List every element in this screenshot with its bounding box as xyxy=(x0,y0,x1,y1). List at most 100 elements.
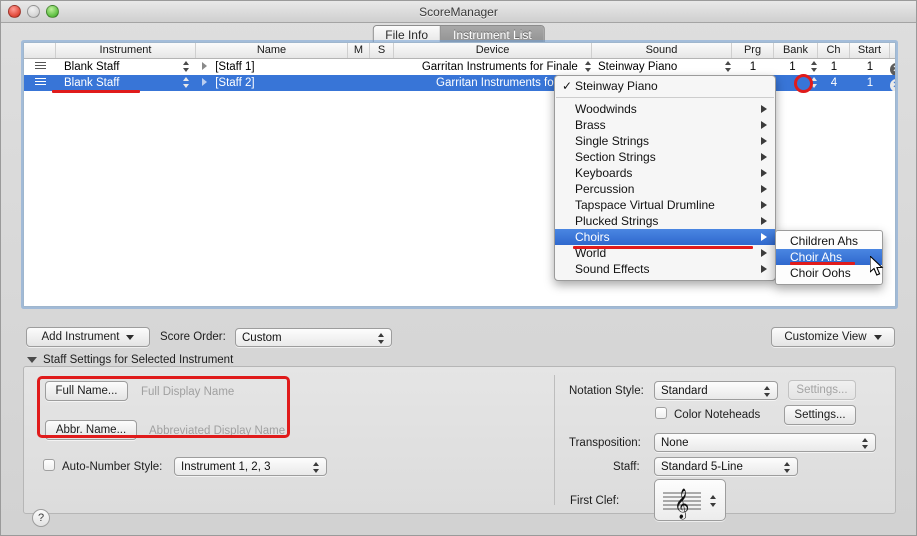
first-clef-select[interactable]: 𝄞 xyxy=(654,479,726,521)
name-value: [Staff 1] xyxy=(215,61,255,73)
menu-item-section-strings[interactable]: Section Strings xyxy=(555,149,775,165)
column-header-m[interactable]: M xyxy=(348,43,370,58)
menu-item-brass[interactable]: Brass xyxy=(555,117,775,133)
sound-stepper[interactable] xyxy=(725,61,732,72)
column-header-bank[interactable]: Bank xyxy=(774,43,818,58)
transposition-select[interactable]: None xyxy=(654,433,876,452)
scoremanager-window: ScoreManager File Info Instrument List I… xyxy=(0,0,917,536)
choirs-submenu[interactable]: Children Ahs Choir Ahs Choir Oohs xyxy=(775,230,883,285)
disclosure-triangle-icon[interactable] xyxy=(202,62,207,70)
first-clef-stepper[interactable] xyxy=(710,495,717,507)
submenu-item-choir-oohs[interactable]: Choir Oohs xyxy=(776,265,882,281)
menu-item-label: Percussion xyxy=(575,182,635,196)
help-button[interactable]: ? xyxy=(32,509,50,527)
column-header-ch[interactable]: Ch xyxy=(818,43,850,58)
cell-mute[interactable] xyxy=(348,59,370,75)
cell-mute[interactable] xyxy=(348,75,370,91)
color-noteheads-settings-button[interactable]: Settings... xyxy=(784,405,856,425)
menu-item-plucked-strings[interactable]: Plucked Strings xyxy=(555,213,775,229)
treble-clef-icon: 𝄞 xyxy=(663,488,701,520)
cell-solo[interactable] xyxy=(370,59,394,75)
color-noteheads-checkbox[interactable] xyxy=(655,407,667,419)
submenu-arrow-icon xyxy=(761,217,767,225)
menu-item-choirs[interactable]: Choirs xyxy=(555,229,775,245)
window-titlebar: ScoreManager xyxy=(1,1,916,23)
menu-item-label: Plucked Strings xyxy=(575,214,659,228)
cell-sound[interactable]: Steinway Piano xyxy=(592,59,732,75)
cell-channel[interactable]: 1 xyxy=(818,59,850,75)
cell-start[interactable]: 1 xyxy=(850,59,890,75)
submenu-arrow-icon xyxy=(761,201,767,209)
menu-item-woodwinds[interactable]: Woodwinds xyxy=(555,101,775,117)
auto-number-style-select[interactable]: Instrument 1, 2, 3 xyxy=(174,457,327,476)
column-header-prg[interactable]: Prg xyxy=(732,43,774,58)
disclosure-triangle-icon[interactable] xyxy=(202,78,207,86)
staff-select[interactable]: Standard 5-Line xyxy=(654,457,798,476)
column-header-s[interactable]: S xyxy=(370,43,394,58)
device-stepper[interactable] xyxy=(585,61,592,72)
auto-number-label: Auto-Number Style: xyxy=(62,461,163,473)
first-clef-label: First Clef: xyxy=(570,495,620,507)
bank-stepper[interactable] xyxy=(811,61,818,72)
menu-item-single-strings[interactable]: Single Strings xyxy=(555,133,775,149)
menu-item-label: Keyboards xyxy=(575,166,633,180)
notation-style-select[interactable]: Standard xyxy=(654,381,778,400)
zoom-button[interactable] xyxy=(46,5,59,18)
submenu-arrow-icon xyxy=(761,153,767,161)
column-header-name[interactable]: Name xyxy=(196,43,348,58)
submenu-arrow-icon xyxy=(761,169,767,177)
table-row[interactable]: Blank Staff [Staff 1] Garritan Instrumen… xyxy=(24,59,895,75)
submenu-arrow-icon xyxy=(761,233,767,241)
cell-delete[interactable]: ✕ xyxy=(890,59,895,75)
column-header-start[interactable]: Start xyxy=(850,43,890,58)
cell-device[interactable]: Garritan Instruments for Finale xyxy=(394,59,592,75)
column-header-sound[interactable]: Sound xyxy=(592,43,732,58)
row-grip-handle[interactable] xyxy=(24,59,56,75)
menu-item-percussion[interactable]: Percussion xyxy=(555,181,775,197)
cell-delete[interactable]: ✕ xyxy=(890,75,895,91)
column-header-delete[interactable] xyxy=(890,43,895,58)
customize-view-button[interactable]: Customize View xyxy=(771,327,895,347)
device-value: Garritan Instruments for Finale xyxy=(421,61,578,73)
cell-bank[interactable]: 1 xyxy=(774,59,818,75)
add-instrument-button[interactable]: Add Instrument xyxy=(26,327,150,347)
column-header-grip[interactable] xyxy=(24,43,56,58)
menu-item-tapspace-virtual-drumline[interactable]: Tapspace Virtual Drumline xyxy=(555,197,775,213)
cell-name[interactable]: [Staff 1] xyxy=(196,59,348,75)
staff-settings-title: Staff Settings for Selected Instrument xyxy=(43,354,234,366)
cell-channel[interactable]: 4 xyxy=(818,75,850,91)
menu-item-label: Brass xyxy=(575,118,606,132)
delete-row-icon[interactable]: ✕ xyxy=(890,79,895,91)
menu-item-label: Children Ahs xyxy=(790,234,859,248)
drag-handle-icon[interactable] xyxy=(34,62,46,71)
submenu-item-children-ahs[interactable]: Children Ahs xyxy=(776,233,882,249)
staff-settings-disclosure[interactable]: Staff Settings for Selected Instrument xyxy=(27,354,233,366)
delete-row-icon[interactable]: ✕ xyxy=(890,63,895,75)
disclosure-triangle-down-icon[interactable] xyxy=(27,357,37,363)
cell-instrument[interactable]: Blank Staff xyxy=(56,59,196,75)
menu-item-sound-effects[interactable]: Sound Effects xyxy=(555,261,775,277)
drag-handle-icon[interactable] xyxy=(34,78,46,87)
chevron-down-icon xyxy=(126,334,135,340)
cell-name[interactable]: [Staff 2] xyxy=(196,75,348,91)
submenu-arrow-icon xyxy=(761,265,767,273)
cell-instrument[interactable]: Blank Staff xyxy=(56,75,196,91)
row-grip-handle[interactable] xyxy=(24,75,56,91)
menu-item-keyboards[interactable]: Keyboards xyxy=(555,165,775,181)
sound-popup-menu[interactable]: ✓ Steinway Piano Woodwinds Brass Single … xyxy=(554,75,776,281)
submenu-arrow-icon xyxy=(761,105,767,113)
menu-item-steinway-piano[interactable]: ✓ Steinway Piano xyxy=(555,78,775,94)
instrument-stepper[interactable] xyxy=(183,61,190,72)
instrument-stepper[interactable] xyxy=(183,77,190,88)
score-order-select[interactable]: Custom xyxy=(235,328,392,347)
table-header-row: Instrument Name M S Device Sound Prg Ban… xyxy=(24,43,895,59)
close-button[interactable] xyxy=(8,5,21,18)
column-header-instrument[interactable]: Instrument xyxy=(56,43,196,58)
cell-prg[interactable]: 1 xyxy=(732,59,774,75)
stepper-arrows-icon xyxy=(378,333,385,344)
cell-start[interactable]: 1 xyxy=(850,75,890,91)
column-header-device[interactable]: Device xyxy=(394,43,592,58)
minimize-button[interactable] xyxy=(27,5,40,18)
auto-number-checkbox[interactable] xyxy=(43,459,55,471)
cell-solo[interactable] xyxy=(370,75,394,91)
